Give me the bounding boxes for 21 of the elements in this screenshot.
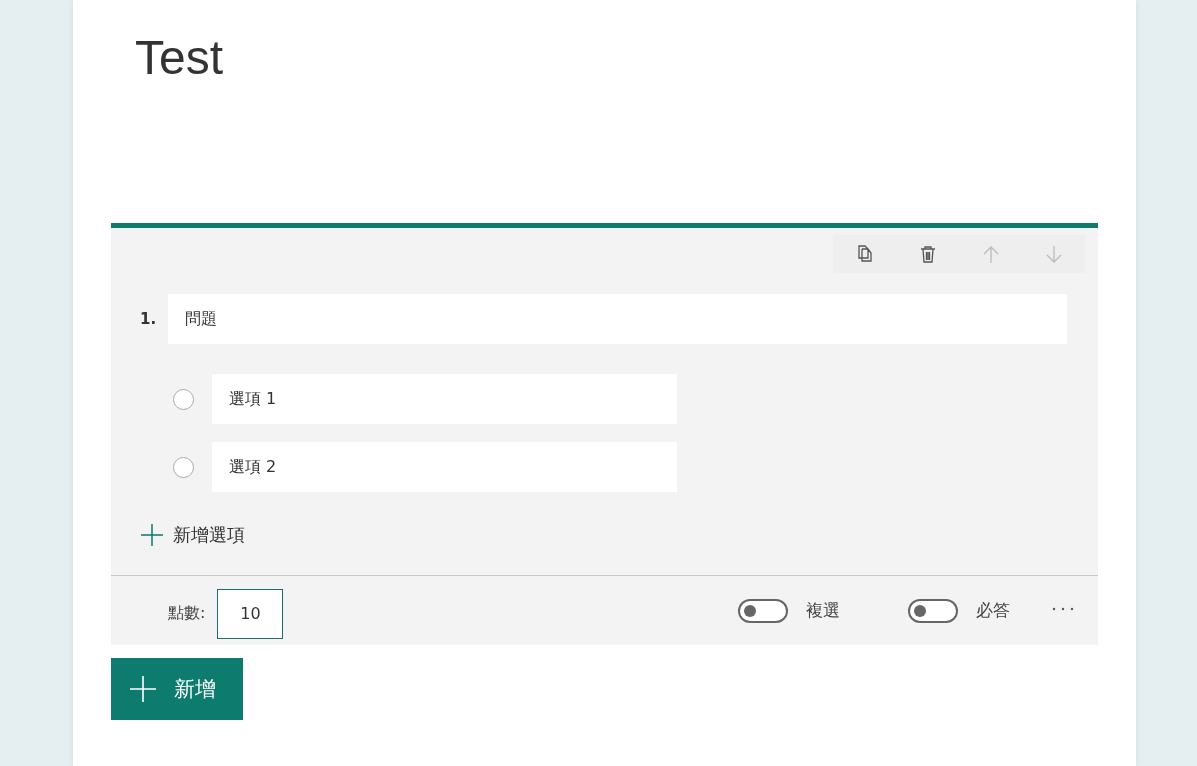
option-field[interactable]: 選項 1 — [212, 374, 677, 424]
plus-icon — [130, 676, 156, 702]
delete-icon — [918, 244, 937, 264]
toggle-switch[interactable] — [738, 598, 788, 623]
add-button[interactable]: 新增 — [111, 658, 243, 720]
copy-icon — [855, 245, 874, 263]
question-field[interactable]: 問題 — [168, 294, 1067, 344]
add-option-button[interactable]: 新增選項 — [141, 523, 245, 547]
points-field[interactable]: 10 — [217, 588, 284, 639]
toggle-switch[interactable] — [908, 598, 958, 623]
plus-icon — [141, 524, 163, 546]
question-number: 1. — [140, 310, 158, 328]
radio-button[interactable] — [173, 456, 194, 478]
down-arrow-icon — [1044, 244, 1063, 264]
form-title: Test — [134, 30, 225, 86]
up-arrow-icon — [981, 244, 1000, 264]
radio-button[interactable] — [173, 388, 194, 410]
points-label: 點數: — [168, 603, 206, 624]
option-field[interactable]: 選項 2 — [212, 442, 677, 492]
toggle-label: 必答 — [976, 599, 1010, 622]
toggle-label: 複選 — [806, 599, 840, 622]
